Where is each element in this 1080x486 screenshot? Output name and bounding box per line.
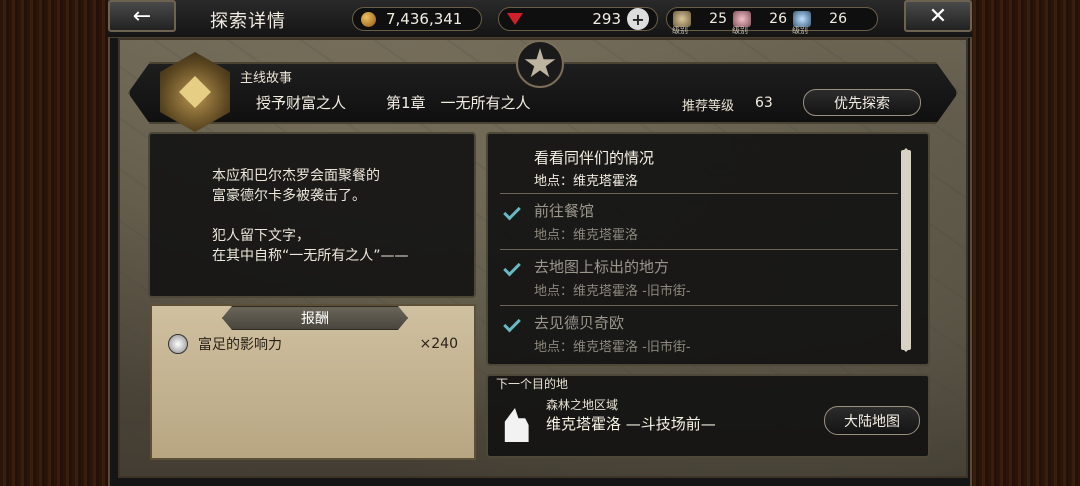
crystal-icon: 级别	[792, 11, 811, 35]
level-value: 26	[769, 11, 787, 27]
next-destination-area: 森林之地区域	[546, 398, 619, 412]
right-border-decoration	[970, 0, 1080, 486]
left-border-decoration	[0, 0, 110, 486]
priority-explore-button[interactable]: 优先探索	[803, 89, 921, 116]
add-gems-button[interactable]: +	[627, 8, 649, 30]
flower-icon: 级别	[732, 11, 751, 35]
story-category: 主线故事	[240, 71, 293, 86]
story-description: 本应和巴尔杰罗会面聚餐的 富豪德尔卡多被袭击了。 犯人留下文字， 在其中自称“一…	[148, 132, 476, 298]
level-item: 级别 26	[732, 11, 787, 35]
level-value: 26	[829, 11, 847, 27]
check-icon	[503, 258, 521, 277]
level-counters: 级别 25 级别 26 级别 26	[666, 7, 878, 35]
objective-title: 前往餐馆	[534, 202, 595, 220]
objective-title: 去地图上标出的地方	[534, 258, 670, 276]
gem-icon	[507, 13, 523, 25]
reward-title: 报酬	[222, 306, 408, 330]
back-button[interactable]: ←	[108, 0, 176, 32]
list-item: 去地图上标出的地方 地点：维克塔霍洛 -旧市街-	[500, 249, 898, 305]
description-line: 在其中自称“一无所有之人”——	[212, 248, 409, 264]
chapter-title: 第1章 一无所有之人	[386, 94, 531, 112]
close-button[interactable]: ✕	[904, 0, 972, 32]
list-item: 去见德贝奇欧 地点：维克塔霍洛 -旧市街-	[500, 305, 898, 361]
influence-icon	[168, 334, 188, 354]
gem-counter: 293 +	[498, 7, 658, 31]
objective-location: 地点：维克塔霍洛 -旧市街-	[534, 340, 691, 355]
reward-item[interactable]: 富足的影响力 ×240	[168, 332, 458, 356]
level-value: 25	[709, 11, 727, 27]
recommend-level-value: 63	[755, 95, 773, 111]
level-item: 级别 26	[792, 11, 847, 35]
reward-quantity: ×240	[419, 336, 458, 352]
gold-amount: 7,436,341	[386, 10, 463, 28]
check-icon	[503, 202, 521, 221]
list-item: 前往餐馆 地点：维克塔霍洛	[500, 193, 898, 249]
star-medallion-icon	[516, 40, 564, 88]
objective-location: 地点：维克塔霍洛	[534, 228, 639, 243]
description-line: 本应和巴尔杰罗会面聚餐的	[212, 168, 380, 184]
scrollbar[interactable]	[901, 150, 911, 350]
description-line: 富豪德尔卡多被袭击了。	[212, 188, 366, 204]
back-arrow-icon: ←	[132, 3, 152, 29]
current-objective-title: 看看同伴们的情况	[534, 149, 655, 167]
story-name: 授予财富之人	[256, 94, 347, 112]
current-objective-location: 地点：维克塔霍洛	[534, 174, 639, 189]
close-icon: ✕	[928, 3, 948, 29]
gold-counter: 7,436,341	[352, 7, 482, 31]
check-icon	[503, 314, 521, 333]
page-title: 探索详情	[210, 11, 286, 32]
recommend-level-label: 推荐等级	[682, 99, 735, 114]
level-item: 级别 25	[672, 11, 727, 35]
description-line: 犯人留下文字，	[212, 228, 310, 244]
world-map-button[interactable]: 大陆地图	[824, 406, 920, 435]
objective-title: 去见德贝奇欧	[534, 314, 625, 332]
next-destination-label: 下一个目的地	[496, 377, 569, 391]
gem-amount: 293	[592, 10, 621, 28]
objective-location: 地点：维克塔霍洛 -旧市街-	[534, 284, 691, 299]
next-destination-name: 维克塔霍洛 —斗技场前—	[546, 415, 716, 433]
coin-icon	[361, 11, 376, 27]
helmet-icon: 级别	[672, 11, 691, 35]
reward-name: 富足的影响力	[198, 337, 282, 353]
